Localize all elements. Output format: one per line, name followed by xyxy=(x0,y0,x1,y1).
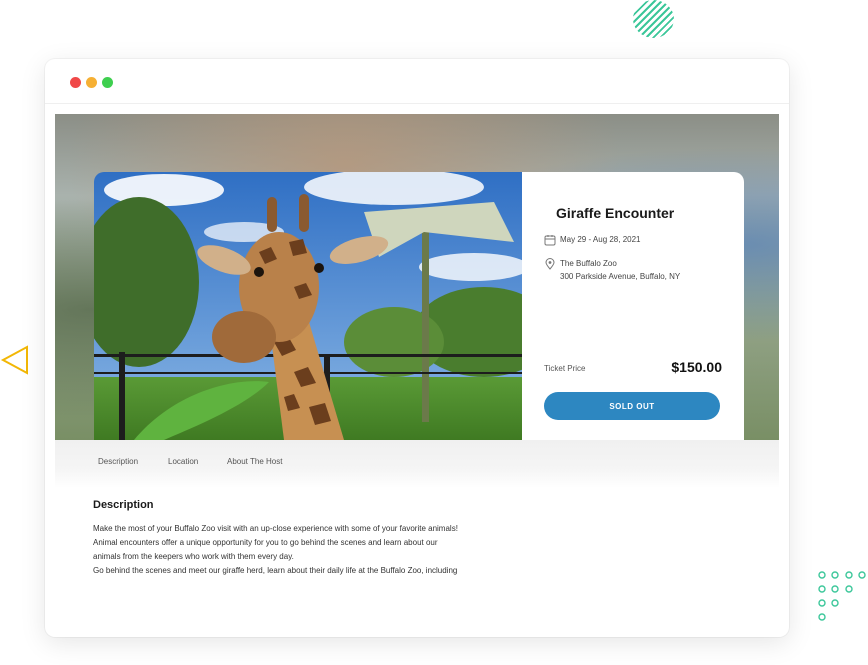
event-photo xyxy=(94,172,522,440)
minimize-window-dot[interactable] xyxy=(86,77,97,88)
ticket-price-label: Ticket Price xyxy=(544,364,586,373)
event-tabs: Description Location About The Host xyxy=(55,440,779,488)
description-heading: Description xyxy=(93,499,154,511)
event-venue: The Buffalo Zoo xyxy=(560,259,617,268)
event-title: Giraffe Encounter xyxy=(556,205,675,221)
calendar-icon xyxy=(544,235,556,246)
hero-banner: Giraffe Encounter May 29 - Aug 28, 2021 … xyxy=(55,114,779,440)
event-date: May 29 - Aug 28, 2021 xyxy=(560,235,641,244)
description-line: Go behind the scenes and meet our giraff… xyxy=(93,566,458,575)
tab-about-the-host[interactable]: About The Host xyxy=(227,457,282,466)
tab-location[interactable]: Location xyxy=(168,457,198,466)
close-window-dot[interactable] xyxy=(70,77,81,88)
tab-description[interactable]: Description xyxy=(98,457,138,466)
event-info-card: Giraffe Encounter May 29 - Aug 28, 2021 … xyxy=(522,172,744,440)
event-address: 300 Parkside Avenue, Buffalo, NY xyxy=(560,272,681,281)
ticket-price-value: $150.00 xyxy=(671,359,722,375)
maximize-window-dot[interactable] xyxy=(102,77,113,88)
browser-titlebar xyxy=(45,59,789,104)
description-line: Animal encounters offer a unique opportu… xyxy=(93,538,438,547)
description-line: animals from the keepers who work with t… xyxy=(93,552,294,561)
location-pin-icon xyxy=(545,258,555,270)
decorative-striped-circle xyxy=(633,0,674,38)
decorative-triangle-icon xyxy=(0,345,28,375)
description-line: Make the most of your Buffalo Zoo visit … xyxy=(93,524,458,533)
browser-window: Giraffe Encounter May 29 - Aug 28, 2021 … xyxy=(45,59,789,637)
sold-out-button[interactable]: SOLD OUT xyxy=(544,392,720,420)
decorative-dot-grid xyxy=(818,571,866,621)
